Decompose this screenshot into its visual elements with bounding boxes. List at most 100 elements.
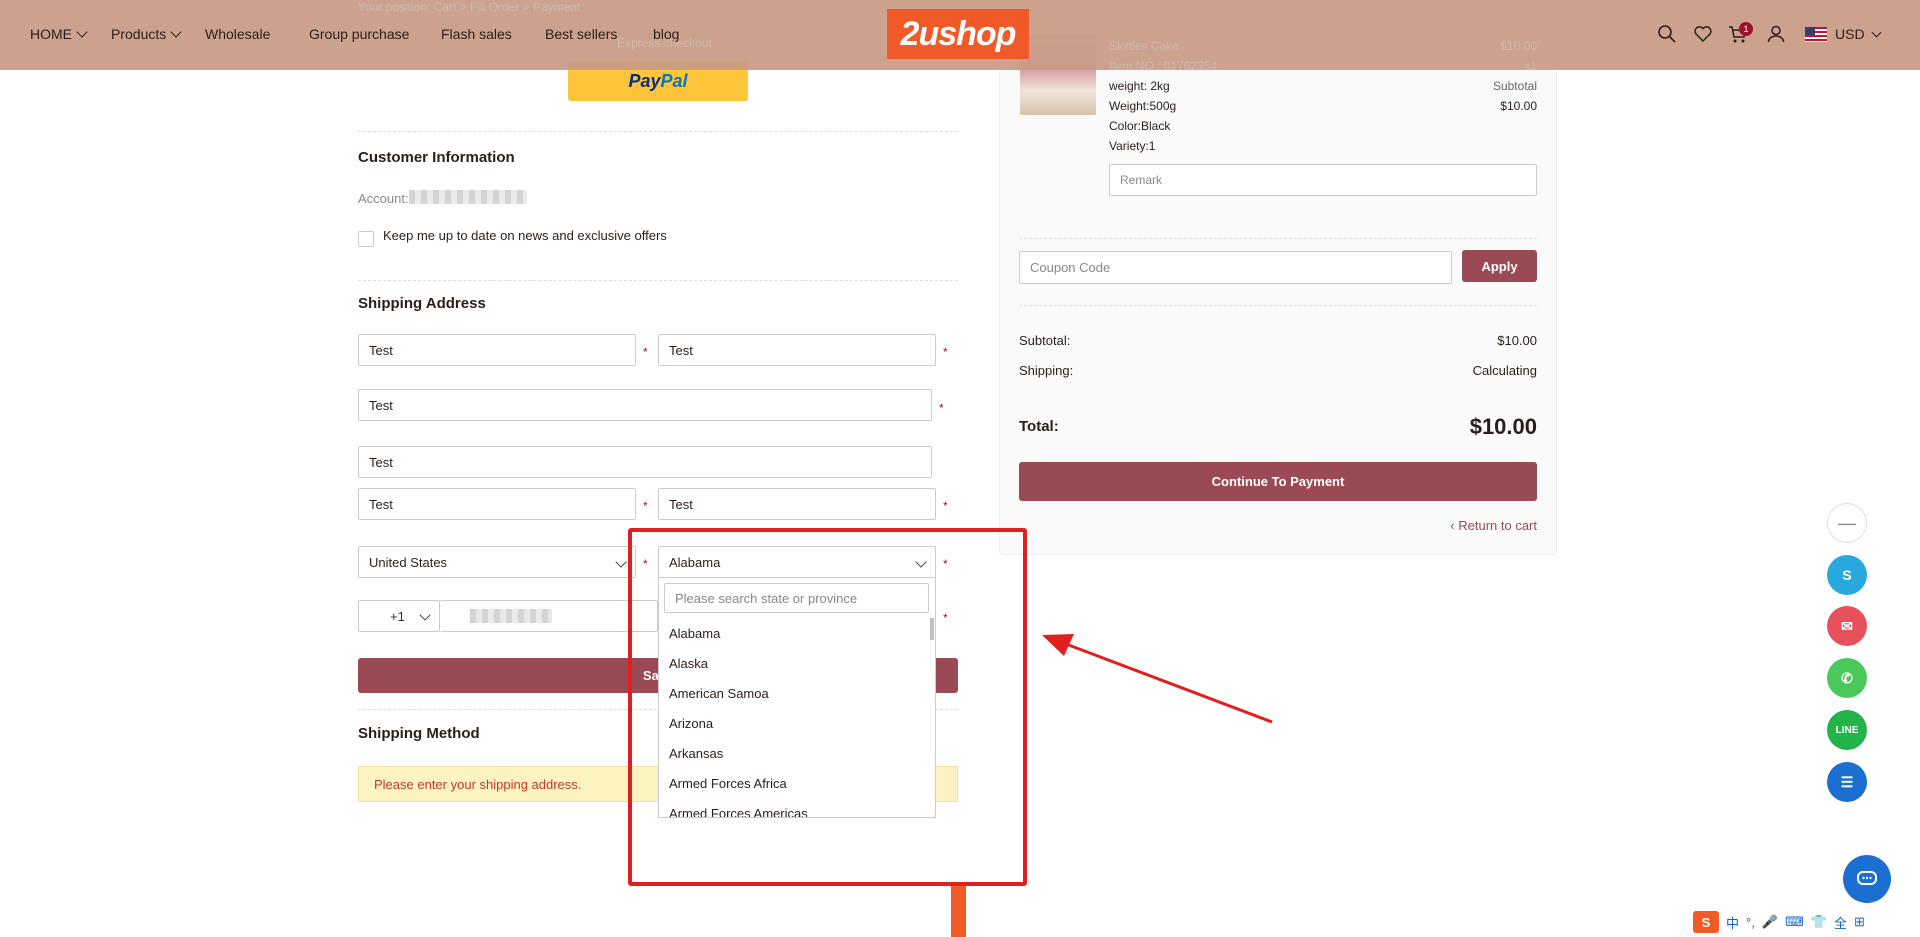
nav-products-label: Products — [111, 26, 167, 42]
dropdown-scrollbar[interactable] — [930, 618, 934, 640]
newsletter-checkbox[interactable] — [358, 231, 374, 247]
side-promo-tab[interactable] — [951, 886, 966, 937]
state-option-arkansas[interactable]: Arkansas — [659, 738, 935, 768]
continue-to-payment-button[interactable]: Continue To Payment — [1019, 462, 1537, 501]
section-divider — [1019, 238, 1537, 239]
required-mark: * — [643, 557, 648, 571]
nav-best-sellers[interactable]: Best sellers — [545, 26, 617, 42]
nav-flash-sales[interactable]: Flash sales — [441, 26, 512, 42]
state-option-arizona[interactable]: Arizona — [659, 708, 935, 738]
state-option-alabama[interactable]: Alabama — [659, 618, 935, 648]
apply-coupon-button[interactable]: Apply — [1462, 250, 1537, 282]
ime-skin-icon[interactable]: 👕 — [1811, 914, 1827, 930]
nav-group-purchase[interactable]: Group purchase — [309, 26, 409, 42]
phone-code-value: +1 — [390, 608, 405, 624]
paypal-pay-text: Pay — [628, 70, 661, 91]
first-name-field[interactable]: Test — [358, 334, 636, 366]
nav-wholesale[interactable]: Wholesale — [205, 26, 270, 42]
ime-keyboard-icon[interactable]: ⌨ — [1785, 914, 1804, 930]
ime-punctuation-icon[interactable]: °, — [1746, 915, 1755, 930]
site-logo[interactable]: 2ushop — [887, 9, 1029, 59]
chevron-down-icon — [915, 556, 927, 568]
state-option-alaska[interactable]: Alaska — [659, 648, 935, 678]
nav-home-label: HOME — [30, 26, 72, 42]
state-value: Alabama — [669, 554, 721, 570]
required-mark: * — [939, 401, 944, 415]
section-divider — [358, 131, 958, 132]
nav-best-sellers-label: Best sellers — [545, 26, 618, 42]
us-flag-icon — [1805, 26, 1827, 42]
state-option-american-samoa[interactable]: American Samoa — [659, 678, 935, 708]
return-to-cart-link[interactable]: ‹ Return to cart — [1450, 518, 1537, 533]
required-mark: * — [643, 345, 648, 359]
country-select[interactable]: United States — [358, 546, 636, 578]
whatsapp-icon[interactable]: ✆ — [1827, 658, 1867, 698]
state-option-armed-forces-africa[interactable]: Armed Forces Africa — [659, 768, 935, 798]
search-icon[interactable] — [1657, 24, 1677, 44]
chevron-down-icon — [419, 609, 431, 621]
sogou-ime-icon[interactable]: S — [1693, 911, 1719, 933]
phone-country-code-select[interactable]: +1 — [358, 600, 440, 632]
country-value: United States — [369, 554, 448, 570]
state-options-list: Alabama Alaska American Samoa Arizona Ar… — [659, 618, 935, 818]
last-name-field[interactable]: Test — [658, 334, 936, 366]
coupon-code-input[interactable]: Coupon Code — [1019, 251, 1452, 284]
section-divider — [358, 280, 958, 281]
state-option-armed-forces-americas[interactable]: Armed Forces Americas — [659, 798, 935, 818]
chevron-down-icon — [615, 556, 627, 568]
annotation-arrow-icon — [1042, 634, 1273, 724]
product-item-no: Item NO.: 01762354 — [1109, 59, 1218, 73]
skype-icon[interactable]: S — [1827, 555, 1867, 595]
product-subtotal-value: $10.00 — [1500, 99, 1537, 113]
chat-bubble-icon — [1857, 871, 1877, 885]
subtotal-label: Subtotal: — [1019, 333, 1071, 348]
email-icon[interactable]: ✉ — [1827, 606, 1867, 646]
state-search-input[interactable] — [664, 583, 929, 613]
required-mark: * — [943, 557, 948, 571]
product-name[interactable]: Skittles Cake — [1109, 39, 1179, 53]
zip-field[interactable]: Test — [658, 488, 936, 520]
shipping-method-title: Shipping Method — [358, 725, 480, 742]
currency-label: USD — [1835, 26, 1865, 42]
product-qty: x1 — [1524, 59, 1537, 73]
ime-voice-icon[interactable]: 🎤 — [1762, 914, 1778, 930]
ime-chinese-mode-icon[interactable]: 中 — [1726, 913, 1739, 932]
nav-group-purchase-label: Group purchase — [309, 26, 410, 42]
required-mark: * — [643, 499, 648, 513]
account-email-redacted — [409, 190, 527, 204]
product-weight: Weight:500g — [1109, 99, 1177, 113]
chevron-down-icon — [1871, 27, 1882, 37]
customer-info-title: Customer Information — [358, 149, 515, 166]
city-field[interactable]: Test — [358, 488, 636, 520]
remark-input[interactable]: Remark — [1109, 164, 1537, 196]
chevron-down-icon — [170, 26, 182, 38]
user-icon[interactable] — [1766, 24, 1786, 44]
currency-selector[interactable]: USD — [1805, 26, 1882, 42]
collapse-contacts-button[interactable]: — — [1827, 503, 1867, 543]
cart-count-badge: 1 — [1739, 22, 1753, 36]
live-chat-button[interactable] — [1843, 855, 1891, 903]
product-subtotal-label: Subtotal — [1492, 79, 1537, 93]
express-checkout-label: Express checkout — [617, 36, 712, 50]
section-divider — [1019, 305, 1537, 306]
total-label: Total: — [1019, 418, 1059, 435]
product-weight-option: weight: 2kg — [1109, 79, 1170, 93]
logo-text: 2ushop — [900, 14, 1017, 53]
line-icon[interactable]: LINE — [1827, 710, 1867, 750]
total-value: $10.00 — [1469, 414, 1537, 439]
ime-toolbar: S 中 °, 🎤 ⌨ 👕 全 ⊞ — [1693, 910, 1865, 934]
messenger-icon[interactable]: ☰ — [1827, 762, 1867, 802]
chevron-down-icon — [76, 26, 88, 38]
phone-field[interactable] — [440, 600, 658, 632]
newsletter-label: Keep me up to date on news and exclusive… — [383, 228, 667, 243]
address-line1-field[interactable]: Test — [358, 389, 932, 421]
nav-products[interactable]: Products — [111, 26, 182, 42]
heart-icon[interactable] — [1693, 24, 1713, 44]
nav-wholesale-label: Wholesale — [205, 26, 271, 42]
ime-menu-icon[interactable]: ⊞ — [1854, 914, 1865, 930]
nav-home[interactable]: HOME — [30, 26, 88, 42]
ime-fullwidth-icon[interactable]: 全 — [1834, 913, 1847, 932]
state-select[interactable]: Alabama — [658, 546, 936, 578]
paypal-pal-text: Pal — [660, 70, 688, 91]
address-line2-field[interactable]: Test — [358, 446, 932, 478]
